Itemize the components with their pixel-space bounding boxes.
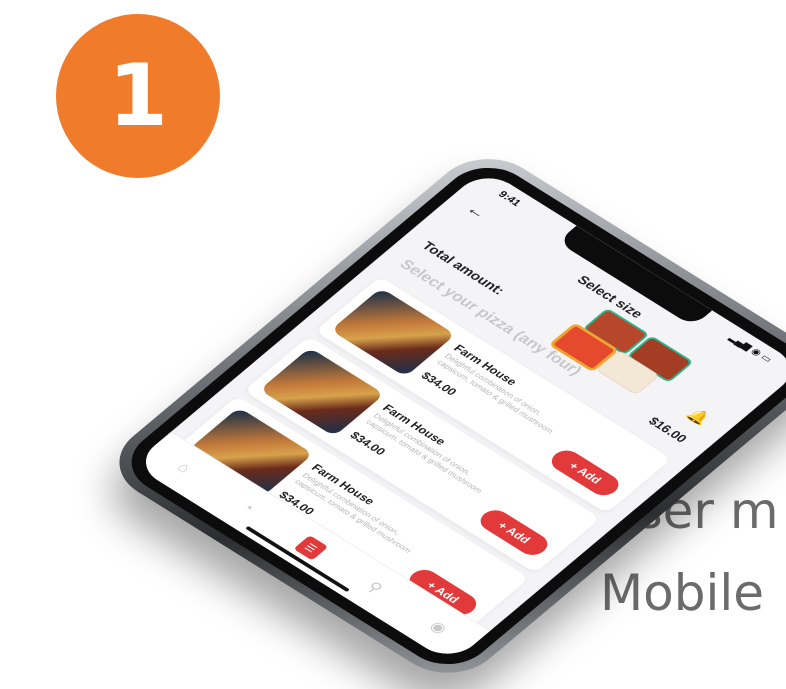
cart-icon[interactable]: ⚲	[357, 575, 392, 600]
step-number-badge: 1	[56, 14, 220, 178]
pizza-size-thumbnails	[548, 302, 701, 407]
status-time: 9:41	[495, 189, 524, 209]
step-number: 1	[108, 46, 168, 146]
bell-icon[interactable]: 🔔	[682, 405, 714, 428]
total-amount-value: $16.00	[645, 414, 691, 445]
home-icon[interactable]: ⌂	[166, 455, 201, 480]
bell-icon[interactable]: ◔	[230, 495, 265, 520]
profile-icon[interactable]: ◉	[421, 615, 456, 640]
caption-line-2: Mobile	[600, 564, 765, 622]
